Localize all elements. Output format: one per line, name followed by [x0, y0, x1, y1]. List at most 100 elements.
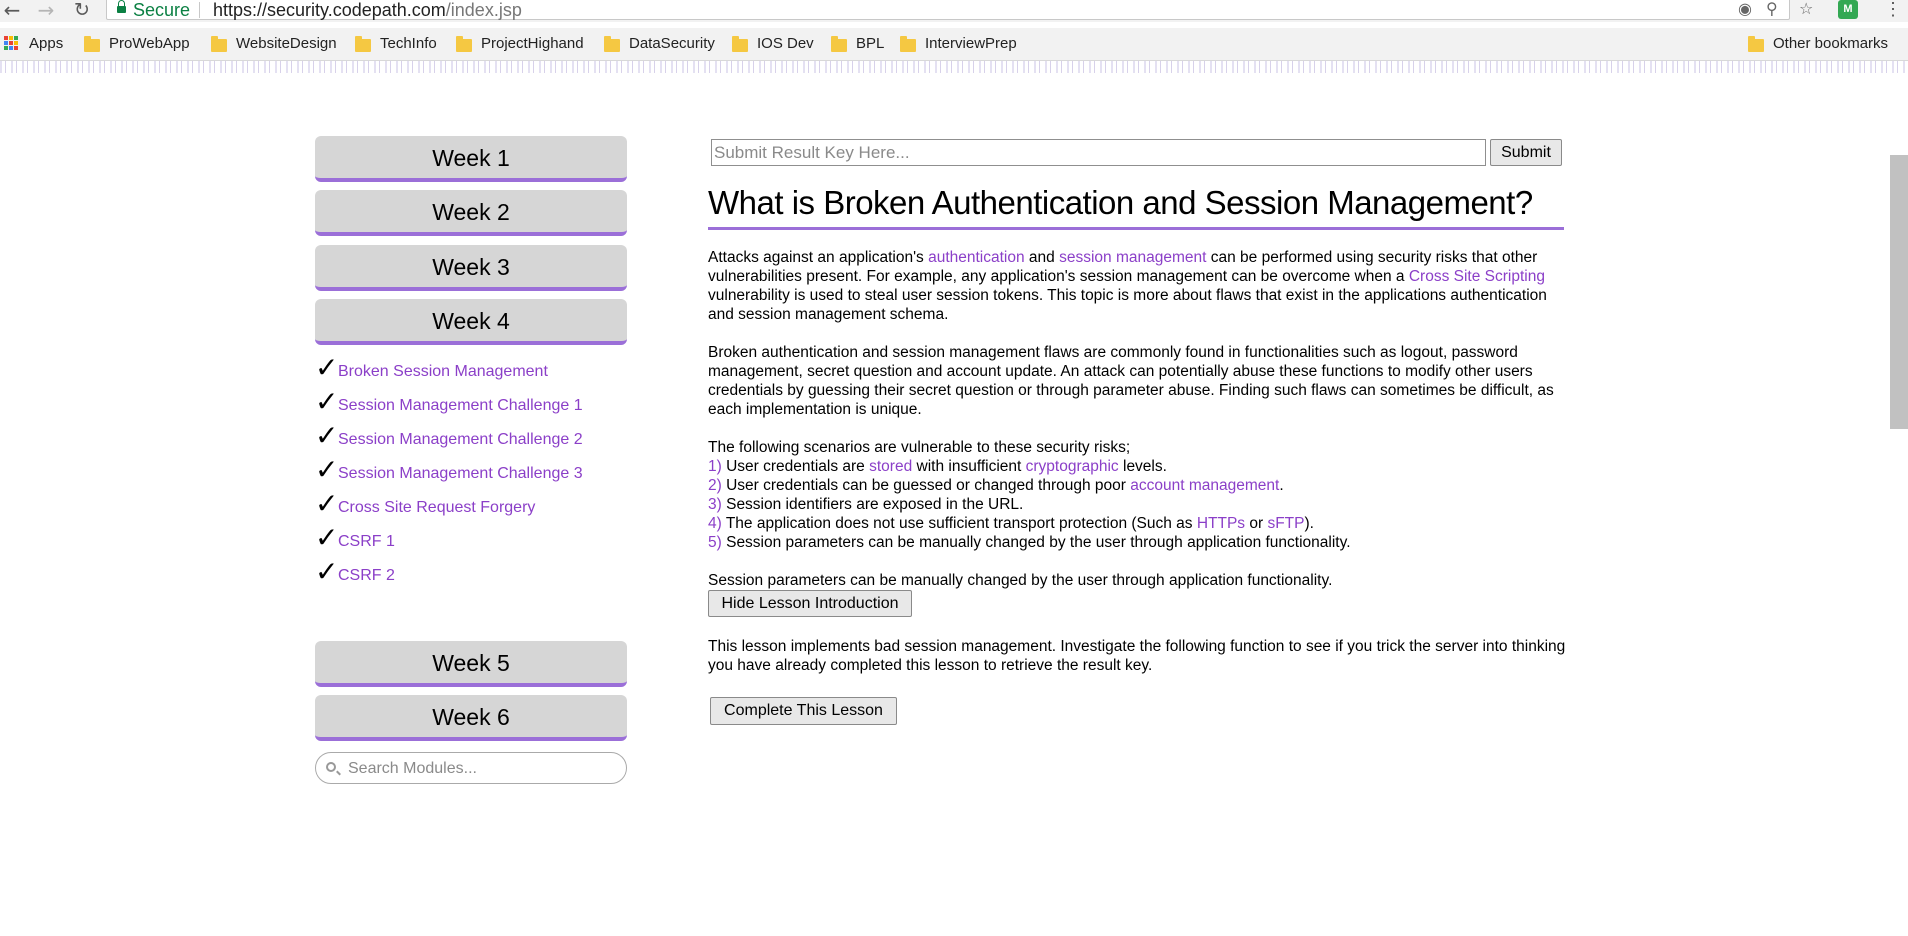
text: and — [1024, 249, 1060, 266]
lesson-link-csrf-2[interactable]: CSRF 2 — [338, 567, 395, 585]
link-sftp[interactable]: sFTP — [1267, 515, 1304, 532]
bookmark-projecthighand[interactable]: ProjectHighand — [456, 28, 584, 58]
intro-paragraph: Attacks against an application's authent… — [708, 248, 1568, 324]
summary-text: Session parameters can be manually chang… — [708, 572, 1333, 589]
link-session-management[interactable]: session management — [1059, 249, 1206, 266]
lock-icon — [117, 0, 126, 13]
scenario-4: 4) The application does not use sufficie… — [708, 514, 1568, 533]
bookmark-techinfo[interactable]: TechInfo — [355, 28, 437, 58]
bookmark-label: ProjectHighand — [481, 34, 584, 52]
week-2-button[interactable]: Week 2 — [315, 190, 627, 236]
adblock-extension-icon[interactable]: ◉ — [1738, 0, 1752, 20]
lesson-link-broken-session-management[interactable]: Broken Session Management — [338, 363, 548, 381]
checkmark-icon: ✓ — [315, 385, 339, 418]
bookmark-label: TechInfo — [380, 34, 437, 52]
lesson-link-session-challenge-3[interactable]: Session Management Challenge 3 — [338, 465, 583, 483]
bookmark-label: DataSecurity — [629, 34, 715, 52]
text: vulnerability is used to steal user sess… — [708, 287, 1547, 323]
lesson-link-csrf-1[interactable]: CSRF 1 — [338, 533, 395, 551]
folder-icon — [355, 35, 371, 52]
link-cross-site-scripting[interactable]: Cross Site Scripting — [1409, 268, 1545, 285]
text: ). — [1304, 515, 1314, 532]
bookmark-websitedesign[interactable]: WebsiteDesign — [211, 28, 337, 58]
url-path: /index.jsp — [445, 0, 522, 20]
bookmark-star-icon[interactable]: ☆ — [1799, 0, 1813, 20]
scenario-number: 1) — [708, 458, 722, 475]
lesson-link-session-challenge-2[interactable]: Session Management Challenge 2 — [338, 431, 583, 449]
folder-icon — [604, 35, 620, 52]
bookmarks-bar: Apps ProWebApp WebsiteDesign TechInfo Pr… — [0, 28, 1908, 61]
scenario-1: 1) User credentials are stored with insu… — [708, 457, 1568, 476]
search-icon — [326, 762, 336, 772]
submit-button[interactable]: Submit — [1490, 139, 1562, 166]
text: Session parameters can be manually chang… — [721, 534, 1351, 551]
week-4-button[interactable]: Week 4 — [315, 299, 627, 345]
complete-this-lesson-button[interactable]: Complete This Lesson — [710, 697, 897, 725]
scenario-5: 5) Session parameters can be manually ch… — [708, 533, 1568, 552]
scenario-2: 2) User credentials can be guessed or ch… — [708, 476, 1568, 495]
link-authentication[interactable]: authentication — [928, 249, 1025, 266]
link-stored[interactable]: stored — [869, 458, 912, 475]
lesson-item: ✓ Session Management Challenge 1 — [315, 385, 583, 421]
checkmark-icon: ✓ — [315, 351, 339, 384]
lesson-item: ✓ Broken Session Management — [315, 351, 548, 387]
text: with insufficient — [912, 458, 1026, 475]
lesson-item: ✓ Session Management Challenge 3 — [315, 453, 583, 489]
week-5-button[interactable]: Week 5 — [315, 641, 627, 687]
result-key-input[interactable] — [711, 139, 1486, 166]
text: User credentials can be guessed or chang… — [721, 477, 1131, 494]
link-account-management[interactable]: account management — [1130, 477, 1279, 494]
url-text[interactable]: https://security.codepath.com/index.jsp — [213, 1, 522, 19]
reload-icon[interactable]: ↻ — [70, 0, 94, 22]
folder-icon — [900, 35, 916, 52]
bookmark-ios-dev[interactable]: IOS Dev — [732, 28, 814, 58]
key-icon[interactable]: ⚲ — [1766, 0, 1778, 20]
forward-arrow-icon[interactable]: → — [34, 0, 58, 22]
extension-badge-icon[interactable]: M — [1838, 0, 1858, 19]
page-scrollbar-thumb[interactable] — [1890, 155, 1908, 429]
bookmark-label: InterviewPrep — [925, 34, 1017, 52]
text: or — [1245, 515, 1268, 532]
checkmark-icon: ✓ — [315, 453, 339, 486]
checkmark-icon: ✓ — [315, 419, 339, 452]
hide-lesson-introduction-button[interactable]: Hide Lesson Introduction — [708, 590, 912, 617]
bookmark-datasecurity[interactable]: DataSecurity — [604, 28, 715, 58]
folder-icon — [211, 35, 227, 52]
link-https[interactable]: HTTPs — [1197, 515, 1245, 532]
link-cryptographic[interactable]: cryptographic — [1026, 458, 1119, 475]
scenario-3: 3) Session identifiers are exposed in th… — [708, 495, 1568, 514]
bookmark-prowebapp[interactable]: ProWebApp — [84, 28, 190, 58]
lesson-link-session-challenge-1[interactable]: Session Management Challenge 1 — [338, 397, 583, 415]
scenarios-intro: The following scenarios are vulnerable t… — [708, 439, 1131, 456]
bookmark-label: WebsiteDesign — [236, 34, 337, 52]
address-bar-row: ← → ↻ Secure https://security.codepath.c… — [0, 0, 1908, 22]
scenario-number: 3) — [708, 496, 722, 513]
browser-menu-icon[interactable]: ⋮ — [1884, 0, 1902, 18]
bookmark-label: Apps — [29, 34, 64, 52]
lesson-link-csrf[interactable]: Cross Site Request Forgery — [338, 499, 535, 517]
page-title: What is Broken Authentication and Sessio… — [708, 184, 1533, 221]
bookmark-other[interactable]: Other bookmarks — [1748, 28, 1888, 58]
text: levels. — [1118, 458, 1167, 475]
back-arrow-icon[interactable]: ← — [0, 0, 24, 22]
text: Session identifiers are exposed in the U… — [721, 496, 1024, 513]
module-search — [315, 752, 627, 784]
scenario-number: 2) — [708, 477, 722, 494]
bookmark-apps[interactable]: Apps — [4, 28, 63, 58]
apps-grid-icon — [4, 35, 19, 51]
week-6-button[interactable]: Week 6 — [315, 695, 627, 741]
bookmark-interviewprep[interactable]: InterviewPrep — [900, 28, 1017, 58]
week-3-button[interactable]: Week 3 — [315, 245, 627, 291]
title-underline — [708, 227, 1564, 230]
text: . — [1279, 477, 1284, 494]
url-omnibox[interactable]: Secure https://security.codepath.com/ind… — [106, 0, 1790, 20]
scenario-number: 5) — [708, 534, 722, 551]
bookmark-bpl[interactable]: BPL — [831, 28, 884, 58]
scenario-number: 4) — [708, 515, 722, 532]
bookmark-label: ProWebApp — [109, 34, 190, 52]
checkmark-icon: ✓ — [315, 555, 339, 588]
folder-icon — [1748, 35, 1764, 52]
search-modules-input[interactable] — [346, 758, 620, 780]
week-1-button[interactable]: Week 1 — [315, 136, 627, 182]
lesson-item: ✓ CSRF 2 — [315, 555, 395, 591]
